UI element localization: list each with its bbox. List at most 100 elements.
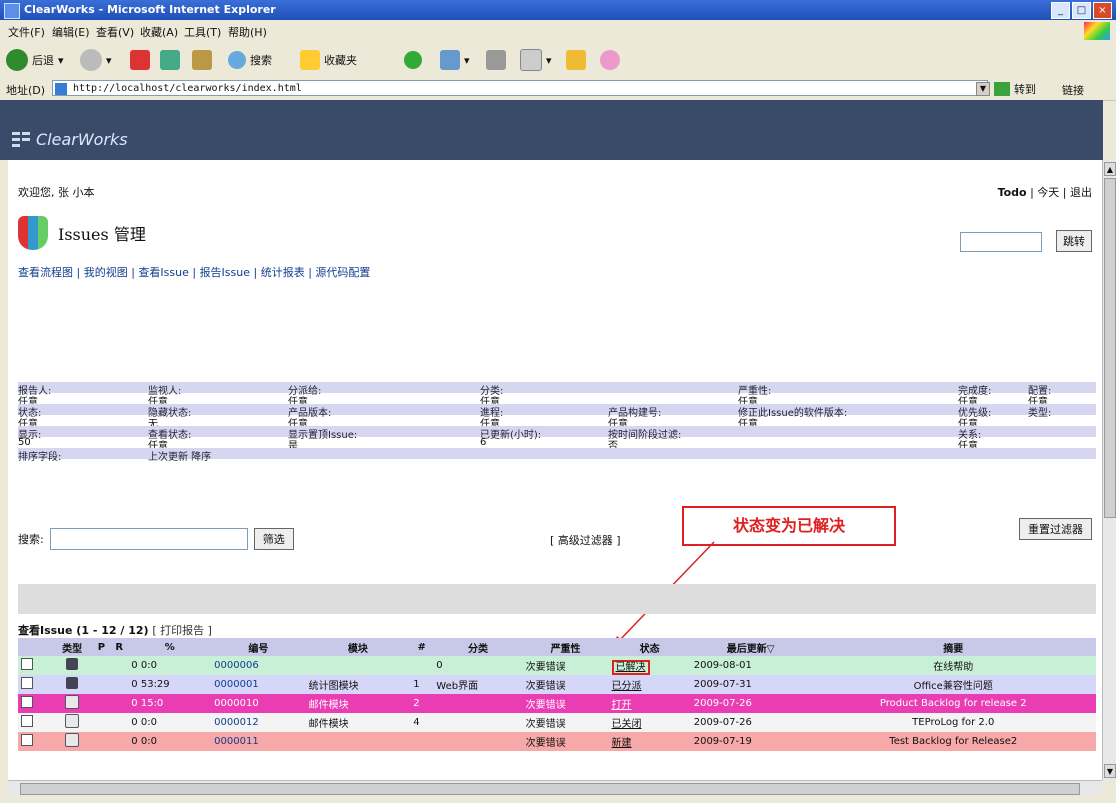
menu-file[interactable]: 文件(F) [8, 24, 45, 40]
column-header[interactable]: 状态 [608, 638, 691, 656]
row-checkbox[interactable] [21, 677, 33, 689]
forward-arrow-icon [80, 49, 102, 71]
issue-id-value[interactable]: 0000012 [214, 717, 259, 728]
welcome-text: 欢迎您, 张 小本 [18, 186, 95, 199]
menu-edit[interactable]: 编辑(E) [52, 24, 90, 40]
menu-favorites[interactable]: 收藏(A) [140, 24, 178, 40]
links-label[interactable]: 链接 [1062, 82, 1084, 98]
minimize-icon[interactable]: _ [1051, 2, 1070, 19]
summary-cell: TEProLog for 2.0 [811, 713, 1097, 732]
category-cell [433, 732, 522, 751]
row-checkbox[interactable] [21, 715, 33, 727]
scroll-up-icon[interactable]: ▲ [1104, 162, 1116, 176]
column-header[interactable] [18, 638, 52, 656]
column-header[interactable]: 类型 [51, 638, 93, 656]
todo-link[interactable]: Todo [998, 186, 1027, 199]
nav-source-config[interactable]: 源代码配置 [315, 266, 370, 279]
print-report-link[interactable]: [ 打印报告 ] [152, 624, 212, 637]
issue-id-value[interactable]: 0000001 [214, 679, 259, 690]
back-button[interactable]: 后退 ▾ [6, 48, 64, 72]
summary-value[interactable]: 在线帮助 [933, 662, 973, 673]
menu-tools[interactable]: 工具(T) [184, 24, 221, 40]
close-icon[interactable]: × [1093, 2, 1112, 19]
refresh-button[interactable] [160, 48, 180, 72]
jump-button[interactable]: 跳转 [1056, 230, 1092, 252]
search-label: 搜索 [250, 54, 272, 67]
maximize-icon[interactable]: □ [1072, 2, 1091, 19]
summary-value[interactable]: Office兼容性问题 [914, 681, 993, 692]
search-button[interactable]: 搜索 [228, 48, 272, 72]
history-button[interactable] [404, 48, 422, 72]
back-arrow-icon [6, 49, 28, 71]
progress-value: 0 15:0 [131, 698, 164, 709]
edit-button[interactable]: ▾ [520, 48, 552, 72]
issue-row[interactable]: 0 0:0 0000012 邮件模块 4 次要错误 已关闭 2009-07-26 TEProL… [18, 713, 1096, 732]
nav-my-view[interactable]: 我的视图 [84, 266, 128, 279]
progress-cell: 0 15:0 [128, 694, 211, 713]
issue-id-value[interactable]: 0000010 [214, 698, 259, 709]
issue-id-cell: 0000010 [211, 694, 305, 713]
reset-filter-button[interactable]: 重置过滤器 [1019, 518, 1092, 540]
home-button[interactable] [192, 48, 212, 72]
column-header[interactable]: % [128, 638, 212, 656]
forward-button[interactable]: ▾ [80, 48, 112, 72]
summary-value[interactable]: Test Backlog for Release2 [889, 736, 1017, 747]
column-header[interactable]: 严重性 [522, 638, 609, 656]
issue-id-value[interactable]: 0000006 [214, 660, 259, 671]
menu-view[interactable]: 查看(V) [96, 24, 134, 40]
issue-row[interactable]: 0 0:0 0000011 次要错误 新建 2009-07-19 Test Backlog… [18, 732, 1096, 751]
title-bar[interactable]: ClearWorks - Microsoft Internet Explorer… [0, 0, 1116, 20]
note-count-cell [410, 732, 433, 751]
nav-statistics[interactable]: 统计报表 [261, 266, 305, 279]
issue-search-input[interactable] [49, 528, 248, 550]
filter-label[interactable]: 上次更新 降序 [148, 448, 211, 463]
issue-row[interactable]: 0 0:0 0000006 0 次要错误 已解决 2009-08-01 在线帮助 [18, 656, 1096, 675]
nav-view-issues[interactable]: 查看Issue [138, 266, 188, 279]
filter-button[interactable]: 筛选 [253, 528, 294, 550]
filter-label-row: 状态: 隐藏状态: 产品版本: 進程: 产品构建号: 修正此Issue的软件版本: 优先级:… [18, 404, 1096, 419]
column-header[interactable]: 摘要 [810, 638, 1096, 656]
status-value: 已关闭 [611, 719, 642, 730]
favorites-button[interactable]: 收藏夹 [300, 48, 357, 72]
issue-list-header: 查看Issue (1 - 12 / 12) [ 打印报告 ] [18, 622, 212, 638]
messenger-button[interactable] [600, 48, 620, 72]
print-button[interactable] [486, 48, 506, 72]
scroll-thumb[interactable] [1104, 178, 1116, 518]
h-scroll-thumb[interactable] [20, 783, 1080, 795]
type-cell [52, 694, 93, 713]
today-link[interactable]: 今天 [1037, 186, 1059, 199]
logout-link[interactable]: 退出 [1070, 186, 1092, 199]
issue-row[interactable]: 0 53:29 0000001 统计图模块 1 Web界面 次要错误 已分派 2009-07-… [18, 675, 1096, 694]
row-checkbox[interactable] [21, 734, 33, 746]
column-header[interactable]: 分类 [433, 638, 523, 656]
column-header[interactable]: # [410, 638, 434, 656]
column-header[interactable]: 编号 [211, 638, 306, 656]
mail-button[interactable]: ▾ [440, 48, 470, 72]
row-checkbox[interactable] [21, 696, 33, 708]
vertical-scrollbar[interactable]: ▲ ▼ [1102, 160, 1116, 780]
column-header[interactable]: P [92, 638, 111, 656]
address-dropdown-icon[interactable]: ▼ [976, 82, 990, 96]
folder-button[interactable] [566, 48, 586, 72]
issue-id-value[interactable]: 0000011 [214, 736, 259, 747]
horizontal-scrollbar[interactable] [8, 780, 1102, 797]
nav-report-issue[interactable]: 报告Issue [200, 266, 250, 279]
address-input[interactable]: http://localhost/clearworks/index.html [52, 80, 988, 96]
row-checkbox[interactable] [21, 658, 33, 670]
summary-value[interactable]: Product Backlog for release 2 [880, 698, 1027, 709]
go-button[interactable]: 转到 [994, 81, 1036, 97]
column-header[interactable]: 最后更新▽ [690, 638, 811, 656]
summary-value[interactable]: TEProLog for 2.0 [912, 717, 994, 728]
stop-button[interactable] [130, 48, 150, 72]
severity-value: 次要错误 [525, 700, 566, 711]
nav-flowchart[interactable]: 查看流程图 [18, 266, 73, 279]
menu-help[interactable]: 帮助(H) [228, 24, 267, 40]
column-header[interactable]: 模块 [305, 638, 411, 656]
filter-label[interactable]: 排序字段: [18, 448, 61, 463]
scroll-down-icon[interactable]: ▼ [1104, 764, 1116, 778]
module-cell: 统计图模块 [306, 675, 411, 694]
status-value: 已分派 [611, 681, 642, 692]
column-header[interactable]: R [110, 638, 129, 656]
issue-row[interactable]: 0 15:0 0000010 邮件模块 2 次要错误 打开 2009-07-26 Produc… [18, 694, 1096, 713]
quick-search-input[interactable] [960, 232, 1042, 252]
